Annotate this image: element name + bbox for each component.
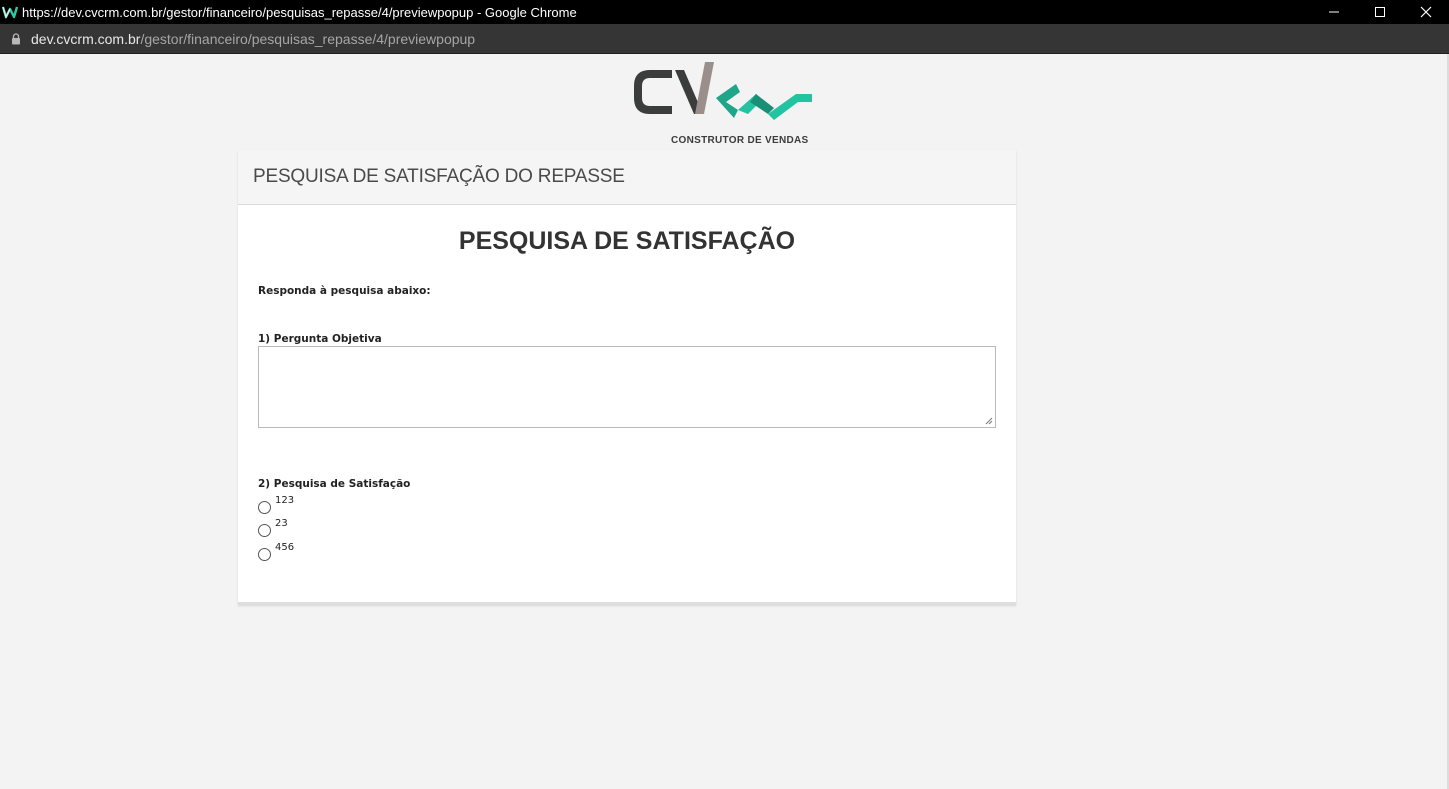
minimize-icon[interactable] <box>1311 0 1357 24</box>
cv-logo-mark <box>634 62 812 120</box>
close-icon[interactable] <box>1403 0 1449 24</box>
question-2-label: 2) Pesquisa de Satisfação <box>258 478 411 490</box>
question-2-option[interactable]: 456 <box>258 542 294 561</box>
panel-header-title: PESQUISA DE SATISFAÇÃO DO REPASSE <box>253 166 625 187</box>
cv-logo: CONSTRUTOR DE VENDAS <box>628 62 818 146</box>
survey-intro: Responda à pesquisa abaixo: <box>258 285 431 297</box>
cvcrm-favicon-icon <box>2 5 18 19</box>
window-title: https://dev.cvcrm.com.br/gestor/financei… <box>22 4 577 20</box>
question-1-answer-textarea[interactable] <box>258 346 996 428</box>
lock-icon[interactable] <box>9 32 23 46</box>
option-label: 23 <box>275 518 288 529</box>
url-text[interactable]: dev.cvcrm.com.br/gestor/financeiro/pesqu… <box>31 31 475 47</box>
survey-panel: PESQUISA DE SATISFAÇÃO DO REPASSE PESQUI… <box>238 150 1016 605</box>
survey-title: PESQUISA DE SATISFAÇÃO <box>458 227 796 255</box>
question-2-option[interactable]: 23 <box>258 518 288 537</box>
resize-grip-icon[interactable] <box>985 417 993 425</box>
page-content: CONSTRUTOR DE VENDAS PESQUISA DE SATISFA… <box>0 54 1449 789</box>
address-bar[interactable]: dev.cvcrm.com.br/gestor/financeiro/pesqu… <box>0 24 1449 54</box>
question-1-label: 1) Pergunta Objetiva <box>258 333 382 345</box>
radio-button[interactable] <box>258 524 271 537</box>
question-2-option[interactable]: 123 <box>258 495 294 514</box>
option-label: 123 <box>275 495 295 506</box>
radio-button[interactable] <box>258 501 271 514</box>
panel-header: PESQUISA DE SATISFAÇÃO DO REPASSE <box>238 150 1016 205</box>
logo-tagline: CONSTRUTOR DE VENDAS <box>671 135 809 146</box>
window-title-bar: https://dev.cvcrm.com.br/gestor/financei… <box>0 0 1449 24</box>
url-domain: dev.cvcrm.com.br <box>31 30 141 47</box>
maximize-icon[interactable] <box>1357 0 1403 24</box>
window-controls <box>1311 0 1449 24</box>
url-path: /gestor/financeiro/pesquisas_repasse/4/p… <box>140 30 476 47</box>
radio-button[interactable] <box>258 548 271 561</box>
option-label: 456 <box>275 542 295 553</box>
